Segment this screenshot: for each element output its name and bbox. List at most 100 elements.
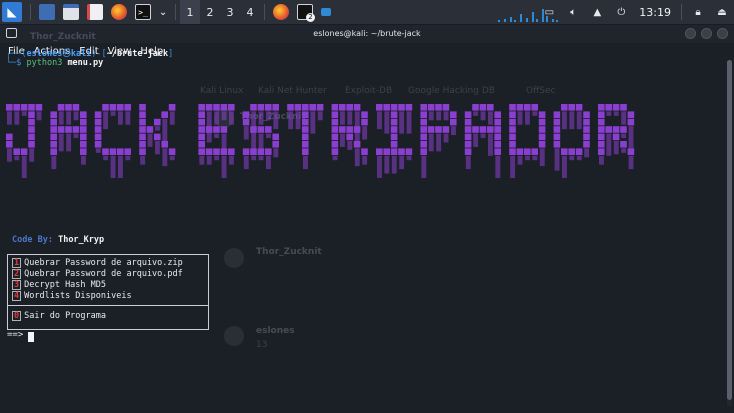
display-icon[interactable]: ▭	[541, 4, 557, 20]
minimize-button[interactable]	[685, 28, 696, 39]
banner-pixel	[50, 118, 57, 126]
banner-drip	[147, 133, 153, 147]
banner-drip	[399, 111, 405, 134]
menu-option-3[interactable]: 3 Decrypt Hash MD5	[12, 280, 106, 290]
banner-pixel	[257, 148, 265, 155]
banner-drip	[310, 111, 316, 134]
banner-pixel	[265, 148, 272, 155]
banner-drip	[480, 133, 486, 139]
clock[interactable]: 13:19	[639, 6, 671, 19]
banner-pixel	[487, 104, 494, 111]
banner-drip	[621, 133, 627, 139]
banner-drip	[569, 111, 575, 130]
banner-drip	[510, 155, 516, 178]
menu-option-2[interactable]: 2 Quebrar Password de arquivo.pdf	[12, 269, 183, 279]
workspace-3[interactable]: 3	[220, 0, 240, 24]
banner-pixel	[472, 104, 479, 111]
text-cursor[interactable]	[28, 332, 34, 342]
banner-pixel	[620, 126, 627, 133]
banner-pixel	[117, 104, 124, 111]
system-tray: ▭ 🔈︎ ▲ ⏻ 13:19 🔒︎ ⏏	[537, 0, 734, 24]
lock-icon[interactable]: 🔒︎	[690, 4, 706, 20]
banner-drip	[495, 155, 501, 178]
kali-menu-icon[interactable]: ◣	[2, 2, 22, 22]
banner-pixel	[242, 118, 250, 126]
workspace-1[interactable]: 1	[180, 0, 200, 24]
banner-pixel	[450, 118, 457, 126]
banner-pixel	[524, 148, 531, 155]
banner-pixel	[302, 141, 309, 148]
firefox-window-icon[interactable]	[273, 4, 289, 20]
banner-pixel	[331, 133, 339, 141]
banner-drip	[421, 155, 427, 178]
banner-pixel	[538, 133, 546, 141]
banner-pixel	[464, 111, 472, 118]
maximize-button[interactable]	[701, 28, 712, 39]
banner-pixel	[65, 126, 72, 133]
banner-pixel	[464, 118, 472, 126]
banner-drip	[110, 155, 116, 178]
chevron-down-icon[interactable]: ⌄	[159, 4, 167, 20]
banner-pixel	[331, 118, 339, 126]
bg-nav-item: OffSec	[526, 86, 556, 96]
banner-pixel	[420, 118, 427, 126]
workspace-2[interactable]: 2	[200, 0, 220, 24]
volume-icon[interactable]: 🔈︎	[565, 4, 581, 20]
app-window-icon[interactable]	[321, 8, 331, 16]
firefox-icon[interactable]	[111, 4, 127, 20]
banner-drip	[140, 155, 146, 165]
banner-pixel	[205, 148, 213, 155]
text-editor-icon[interactable]	[87, 4, 103, 20]
desktop-icon[interactable]	[39, 4, 55, 20]
banner-drip	[613, 111, 619, 116]
banner-pixel	[487, 126, 494, 133]
banner-pixel	[302, 133, 309, 141]
close-button[interactable]	[717, 28, 728, 39]
banner-drip	[384, 111, 390, 134]
banner-pixel	[198, 133, 205, 141]
banner-pixel	[50, 111, 57, 118]
banner-pixel	[612, 133, 620, 141]
banner-pixel	[509, 133, 516, 141]
banner-drip	[621, 148, 627, 153]
banner-drip	[377, 111, 382, 130]
menu-option-exit[interactable]: 0 Sair do Programa	[12, 311, 106, 321]
terminal-window-icon[interactable]: 2	[297, 4, 315, 22]
banner-drip	[584, 148, 590, 158]
terminal-icon[interactable]: >_	[135, 4, 151, 20]
banner-pixel	[250, 104, 257, 111]
notification-bell-icon[interactable]: ▲	[589, 4, 605, 20]
logout-icon[interactable]: ⏏	[714, 4, 730, 20]
options-menu: 1 Quebrar Password de arquivo.zip 2 Quebra…	[7, 254, 209, 330]
menu-option-1[interactable]: 1 Quebrar Password de arquivo.zip	[12, 258, 183, 268]
option-label: Sair do Programa	[24, 311, 107, 321]
menu-option-4[interactable]: 4 Wordlists Disponiveis	[12, 291, 132, 301]
banner-drip	[14, 155, 20, 161]
file-manager-icon[interactable]	[63, 4, 79, 20]
banner-drip	[229, 155, 234, 165]
power-icon[interactable]: ⏻	[613, 4, 629, 20]
window-controls	[685, 28, 728, 39]
banner-drip	[221, 155, 227, 178]
banner-drip	[443, 133, 449, 143]
banner-pixel	[346, 133, 353, 141]
banner-pixel	[620, 141, 627, 148]
banner-drip	[162, 118, 168, 141]
window-titlebar[interactable]: eslones@kali: ~/brute-jack	[0, 25, 734, 43]
banner-pixel	[198, 148, 205, 155]
banner-drip	[465, 155, 471, 170]
banner-pixel	[242, 111, 250, 118]
banner-pixel	[6, 133, 13, 141]
banner-drip	[525, 155, 530, 161]
banner-pixel	[516, 148, 524, 155]
scrollbar-thumb[interactable]	[727, 60, 732, 400]
banner-pixel	[553, 141, 561, 148]
banner-drip	[206, 155, 212, 165]
banner-pixel	[627, 118, 635, 126]
banner-pixel	[117, 148, 124, 155]
bg-nav-item: Kali Net Hunter	[258, 86, 327, 96]
workspace-4[interactable]: 4	[240, 0, 260, 24]
banner-drip	[169, 155, 175, 161]
banner-drip	[569, 155, 575, 161]
banner-pixel	[287, 104, 294, 111]
